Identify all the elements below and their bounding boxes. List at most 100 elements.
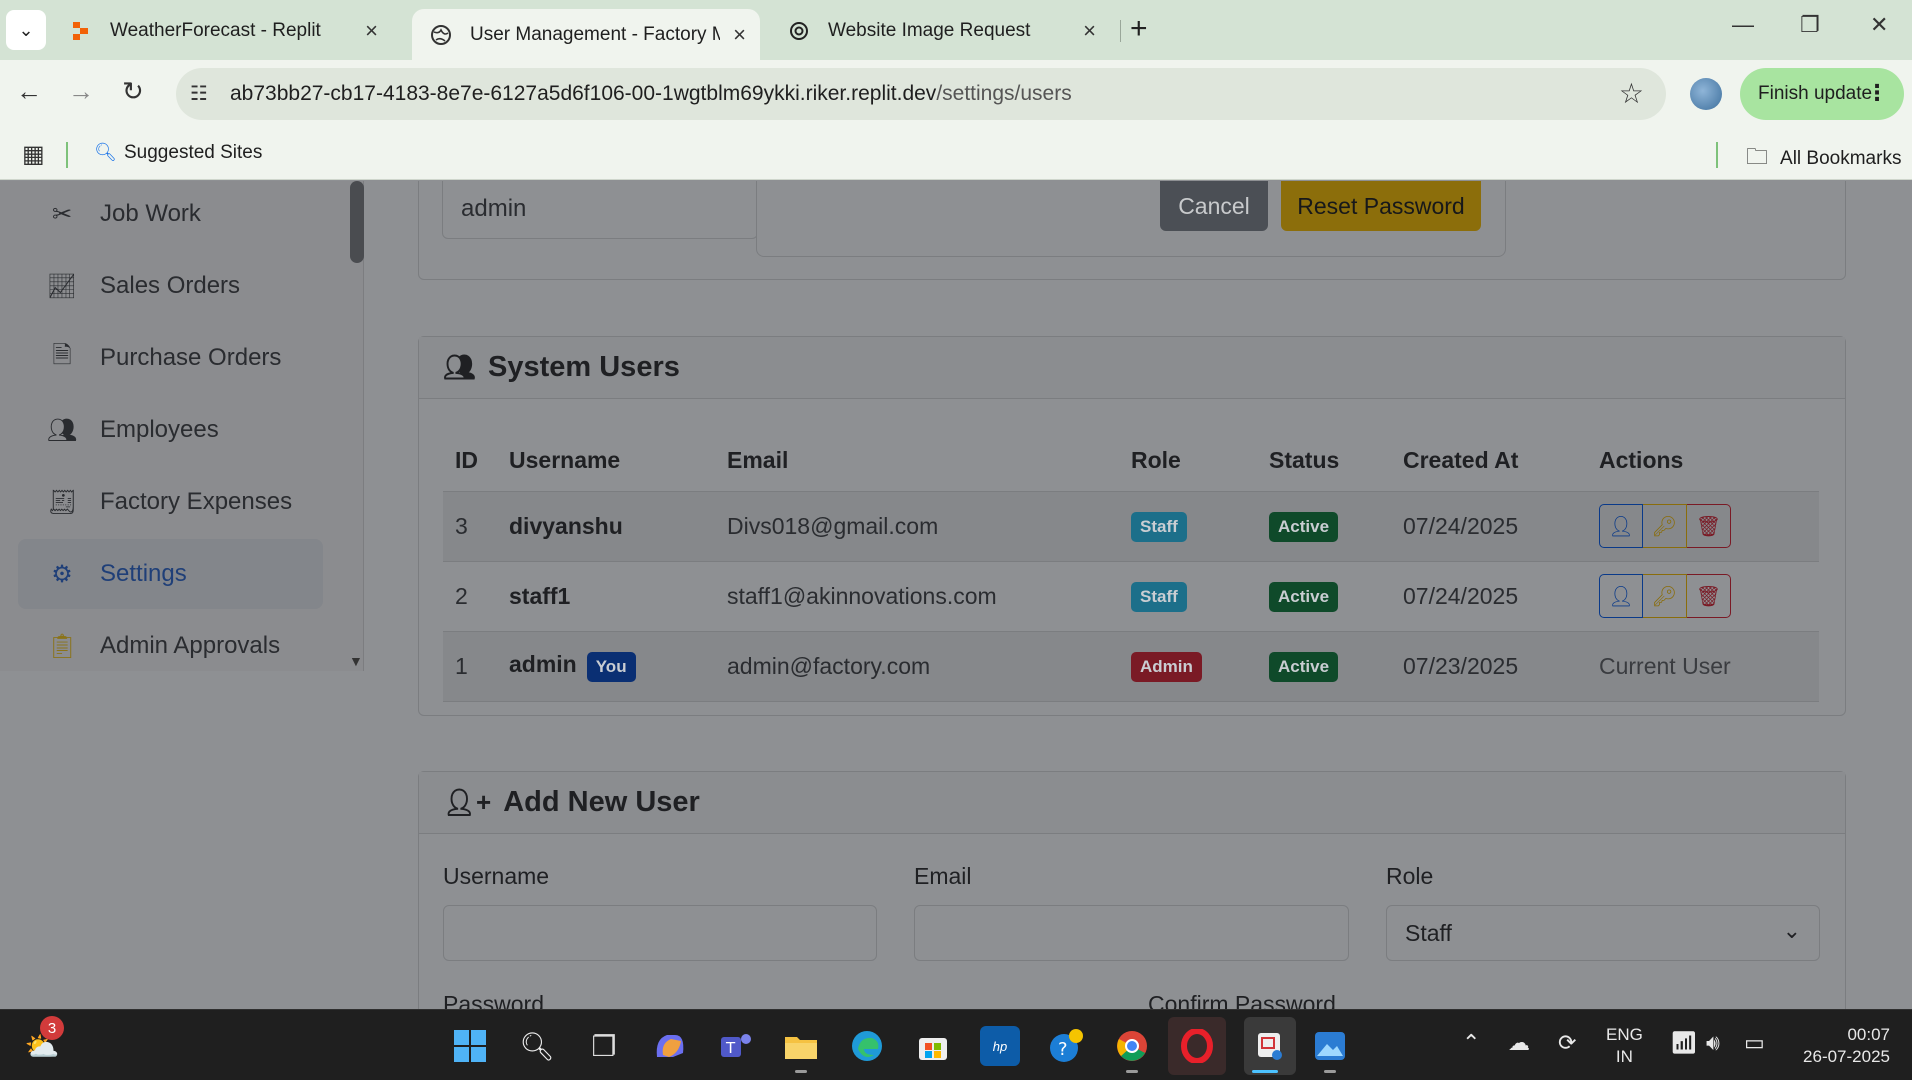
opera-icon[interactable] <box>1168 1017 1226 1075</box>
card-header: 👥︎ System Users <box>419 337 1845 399</box>
change-role-button[interactable]: 👤︎ <box>1599 574 1643 618</box>
onedrive-icon[interactable]: ☁ <box>1508 1030 1530 1056</box>
chart-line-icon: 📈︎ <box>46 272 78 300</box>
table-row: 3 divyanshu Divs018@gmail.com Staff Acti… <box>443 491 1819 562</box>
all-bookmarks-button[interactable]: 🗀 All Bookmarks <box>1746 140 1901 178</box>
chevron-up-icon[interactable]: ⌃ <box>1462 1030 1480 1056</box>
forward-arrow-icon[interactable]: → <box>68 76 94 107</box>
sidebar-item-purchase-orders[interactable]: 🗎 Purchase Orders <box>18 323 323 393</box>
delete-user-button[interactable]: 🗑︎ <box>1687 574 1731 618</box>
microsoft-store-icon[interactable] <box>913 1026 953 1066</box>
new-tab-button[interactable]: + <box>1130 12 1148 46</box>
document-icon: 🗎 <box>52 341 72 369</box>
teams-icon[interactable]: T <box>716 1026 756 1066</box>
role-select-value: Staff <box>1405 920 1452 946</box>
change-role-button[interactable]: 👤︎ <box>1599 504 1643 548</box>
tab-user-management[interactable]: User Management - Factory Ma × <box>412 9 760 60</box>
suggested-sites-link[interactable]: Suggested Sites <box>124 142 262 164</box>
file-explorer-icon[interactable] <box>781 1026 821 1066</box>
cell-actions: 👤︎ 🔑︎ 🗑︎ <box>1587 491 1819 562</box>
close-icon[interactable]: × <box>1083 18 1096 44</box>
url-text[interactable]: ab73bb27-cb17-4183-8e7e-6127a5d6f106-00-… <box>230 82 1072 106</box>
scroll-down-arrow-icon[interactable]: ▼ <box>349 653 363 669</box>
cancel-button[interactable]: Cancel <box>1160 181 1268 231</box>
snipping-tool-icon[interactable] <box>1244 1017 1296 1075</box>
sidebar-item-admin-approvals[interactable]: 📋︎ Admin Approvals <box>18 611 323 681</box>
all-bookmarks-label: All Bookmarks <box>1780 148 1902 169</box>
card-header: 👤︎+ Add New User <box>419 772 1845 834</box>
reset-password-key-button[interactable]: 🔑︎ <box>1643 504 1687 548</box>
cell-email: admin@factory.com <box>715 631 1119 702</box>
add-user-card: 👤︎+ Add New User <box>418 771 1846 1009</box>
running-indicator <box>1126 1070 1138 1073</box>
tools-icon: ✂ <box>51 200 73 228</box>
openai-icon <box>788 20 810 42</box>
key-icon: 🔑︎ <box>1651 515 1678 538</box>
sidebar-item-factory-expenses[interactable]: 🧾︎ Factory Expenses <box>18 467 323 537</box>
role-badge: Staff <box>1131 511 1187 542</box>
role-label: Role <box>1386 863 1434 889</box>
folder-icon: 🗀 <box>1746 144 1769 169</box>
close-icon[interactable]: × <box>733 22 746 48</box>
delete-user-button[interactable]: 🗑︎ <box>1687 504 1731 548</box>
sidebar-item-settings[interactable]: ⚙ Settings <box>18 539 323 609</box>
profile-avatar[interactable] <box>1690 78 1722 110</box>
restore-icon[interactable]: ❐ <box>1800 12 1820 38</box>
cell-status: Active <box>1257 631 1391 702</box>
star-icon[interactable]: ☆ <box>1619 77 1644 110</box>
role-select[interactable]: Staff ⌄ <box>1386 905 1820 961</box>
clock[interactable]: 00:07 26-07-2025 <box>1790 1024 1890 1068</box>
cell-actions: 👤︎ 🔑︎ 🗑︎ <box>1587 561 1819 632</box>
users-icon: 👥︎ <box>46 416 78 444</box>
svg-text:?: ? <box>1058 1039 1068 1060</box>
copilot-icon[interactable] <box>650 1026 690 1066</box>
sidebar-scrollbar-thumb[interactable] <box>350 181 364 263</box>
wifi-icon[interactable]: 📶︎ <box>1670 1030 1698 1056</box>
task-view-icon[interactable]: ❐ <box>584 1026 624 1066</box>
address-bar[interactable]: ☷ ab73bb27-cb17-4183-8e7e-6127a5d6f106-0… <box>176 68 1666 120</box>
you-badge: You <box>586 651 636 682</box>
svg-text:T: T <box>725 1039 736 1057</box>
key-icon: 🔑︎ <box>1651 585 1678 608</box>
user-shield-icon: 👤︎ <box>1608 585 1634 608</box>
username-readonly-field[interactable]: admin <box>442 181 758 239</box>
email-input[interactable] <box>914 905 1349 961</box>
page-content: ✂ Job Work 📈︎ Sales Orders 🗎 Purchase Or… <box>0 181 1912 1009</box>
col-email: Email <box>715 431 1119 492</box>
sidebar-item-job-work[interactable]: ✂ Job Work <box>18 181 323 249</box>
tab-title: Website Image Request <box>828 20 1031 41</box>
get-help-icon[interactable]: ? <box>1046 1026 1086 1066</box>
reset-password-button[interactable]: Reset Password <box>1281 181 1481 231</box>
minimize-icon[interactable]: — <box>1732 12 1754 38</box>
close-icon[interactable]: × <box>365 18 378 44</box>
sidebar-item-sales-orders[interactable]: 📈︎ Sales Orders <box>18 251 323 321</box>
username-input[interactable] <box>443 905 877 961</box>
edge-icon[interactable] <box>847 1026 887 1066</box>
photos-icon[interactable] <box>1310 1026 1350 1066</box>
col-created-at: Created At <box>1391 431 1587 492</box>
back-arrow-icon[interactable]: ← <box>16 76 42 107</box>
more-vert-icon[interactable]: ⋮ <box>1866 80 1888 106</box>
chrome-icon[interactable] <box>1112 1026 1152 1066</box>
site-settings-icon[interactable]: ☷ <box>190 81 216 107</box>
window-close-icon[interactable]: ✕ <box>1870 12 1888 38</box>
battery-icon[interactable]: ▭ <box>1744 1030 1765 1056</box>
finish-update-button[interactable]: Finish update ⋮ <box>1740 68 1904 120</box>
tab-weatherforecast[interactable]: WeatherForecast - Replit × <box>52 9 392 53</box>
apps-grid-icon[interactable]: ▦ <box>22 140 45 169</box>
sync-icon[interactable]: ⟳ <box>1558 1030 1576 1056</box>
replit-icon <box>70 20 92 42</box>
cell-status: Active <box>1257 561 1391 632</box>
reload-icon[interactable]: ↻ <box>122 76 144 107</box>
sidebar-item-employees[interactable]: 👥︎ Employees <box>18 395 323 465</box>
search-icon[interactable]: 🔍︎ <box>517 1026 557 1066</box>
role-badge: Admin <box>1131 651 1202 682</box>
myhp-icon[interactable]: hp <box>980 1026 1020 1066</box>
tab-website-image-request[interactable]: Website Image Request × <box>770 9 1110 53</box>
language-indicator[interactable]: ENG IN <box>1606 1024 1643 1068</box>
windows-start-icon[interactable] <box>450 1026 490 1066</box>
reset-password-key-button[interactable]: 🔑︎ <box>1643 574 1687 618</box>
tab-search-button[interactable]: ⌄ <box>6 10 46 50</box>
volume-icon[interactable]: 🔊︎ <box>1706 1030 1720 1056</box>
taskbar: ⛅ 3 🔍︎ ❐ T hp ? ⌃ ☁ ⟳ ENG IN 📶︎ � <box>0 1009 1912 1080</box>
